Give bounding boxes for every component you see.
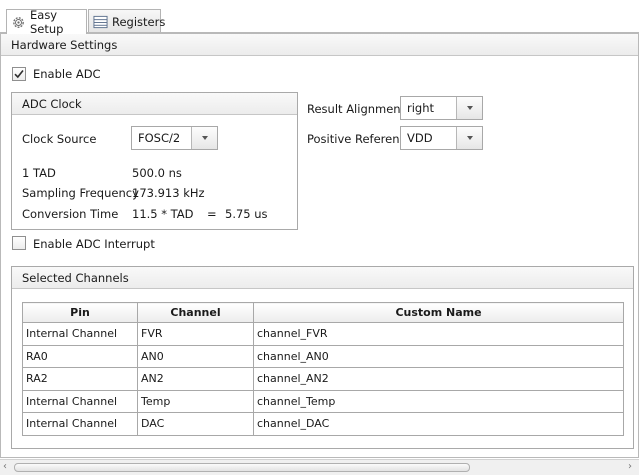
channel-cell: AN2 [137, 367, 254, 391]
positive-reference-label: Positive Reference [307, 132, 413, 146]
table-header-row: Pin Channel Custom Name [22, 302, 624, 323]
tab-bar: Easy Setup Registers [0, 0, 639, 36]
adc-clock-header: ADC Clock [12, 93, 297, 115]
selected-channels-header: Selected Channels [12, 267, 633, 289]
conversion-equals: = [207, 207, 217, 221]
conversion-formula: 11.5 * TAD [132, 207, 194, 221]
positive-reference-value: VDD [407, 131, 433, 145]
custom-name-cell[interactable]: channel_AN2 [253, 367, 624, 391]
pin-cell: Internal Channel [22, 322, 138, 346]
dropdown-button[interactable] [456, 97, 482, 119]
channels-table: Pin Channel Custom Name Internal Channel… [22, 302, 624, 436]
sampling-frequency-label: Sampling Frequency [22, 186, 139, 200]
tad-value: 500.0 ns [132, 166, 182, 180]
tab-label: Registers [112, 14, 166, 29]
tab-label: Easy Setup [30, 8, 64, 36]
custom-name-cell[interactable]: channel_Temp [253, 389, 624, 413]
result-alignment-label: Result Alignment [307, 102, 406, 116]
column-header-pin[interactable]: Pin [22, 302, 138, 323]
scrollbar-thumb[interactable] [14, 463, 470, 472]
channel-cell: AN0 [137, 344, 254, 368]
gear-icon [11, 15, 26, 30]
channel-cell: DAC [137, 412, 254, 436]
group-title: Selected Channels [22, 270, 129, 285]
clock-source-value: FOSC/2 [138, 131, 181, 145]
table-row[interactable]: Internal Channel DAC channel_DAC [22, 412, 624, 436]
column-header-custom-name[interactable]: Custom Name [253, 302, 624, 323]
tad-label: 1 TAD [22, 166, 56, 180]
chevron-down-icon [466, 106, 473, 110]
result-alignment-select[interactable]: right [400, 96, 483, 120]
clock-source-label: Clock Source [22, 132, 97, 146]
pin-cell: RA2 [22, 367, 138, 391]
hardware-settings-header[interactable]: Hardware Settings [1, 34, 638, 56]
clock-source-select[interactable]: FOSC/2 [131, 126, 218, 150]
sampling-frequency-value: 173.913 kHz [132, 186, 205, 200]
table-row[interactable]: RA0 AN0 channel_AN0 [22, 344, 624, 368]
channel-cell: FVR [137, 322, 254, 346]
dropdown-button[interactable] [191, 127, 217, 149]
positive-reference-select[interactable]: VDD [400, 126, 483, 150]
conversion-time-label: Conversion Time [22, 207, 119, 221]
checkmark-icon [14, 70, 24, 79]
enable-adc-checkbox[interactable] [12, 67, 26, 81]
enable-adc-interrupt-label: Enable ADC Interrupt [33, 237, 155, 251]
enable-adc-label: Enable ADC [33, 67, 101, 81]
tab-registers[interactable]: Registers [88, 9, 165, 33]
custom-name-cell[interactable]: channel_AN0 [253, 344, 624, 368]
pin-cell: Internal Channel [22, 412, 138, 436]
section-title: Hardware Settings [11, 37, 118, 52]
column-header-channel[interactable]: Channel [137, 302, 254, 323]
custom-name-cell[interactable]: channel_DAC [253, 412, 624, 436]
dropdown-button[interactable] [456, 127, 482, 149]
conversion-time-value: 5.75 us [225, 207, 268, 221]
registers-icon [93, 15, 108, 29]
pin-cell: RA0 [22, 344, 138, 368]
group-title: ADC Clock [22, 96, 82, 111]
table-row[interactable]: RA2 AN2 channel_AN2 [22, 367, 624, 391]
result-alignment-value: right [407, 101, 435, 115]
table-row[interactable]: Internal Channel Temp channel_Temp [22, 389, 624, 413]
channel-cell: Temp [137, 389, 254, 413]
scroll-left-icon[interactable]: ‹ [3, 461, 7, 472]
table-row[interactable]: Internal Channel FVR channel_FVR [22, 322, 624, 346]
custom-name-cell[interactable]: channel_FVR [253, 322, 624, 346]
chevron-down-icon [466, 136, 473, 140]
pin-cell: Internal Channel [22, 389, 138, 413]
tab-easy-setup[interactable]: Easy Setup [6, 8, 87, 36]
scroll-right-icon[interactable]: › [628, 461, 632, 472]
chevron-down-icon [201, 136, 208, 140]
enable-adc-interrupt-checkbox[interactable] [12, 236, 26, 250]
horizontal-scrollbar[interactable]: ‹ › [0, 459, 639, 475]
